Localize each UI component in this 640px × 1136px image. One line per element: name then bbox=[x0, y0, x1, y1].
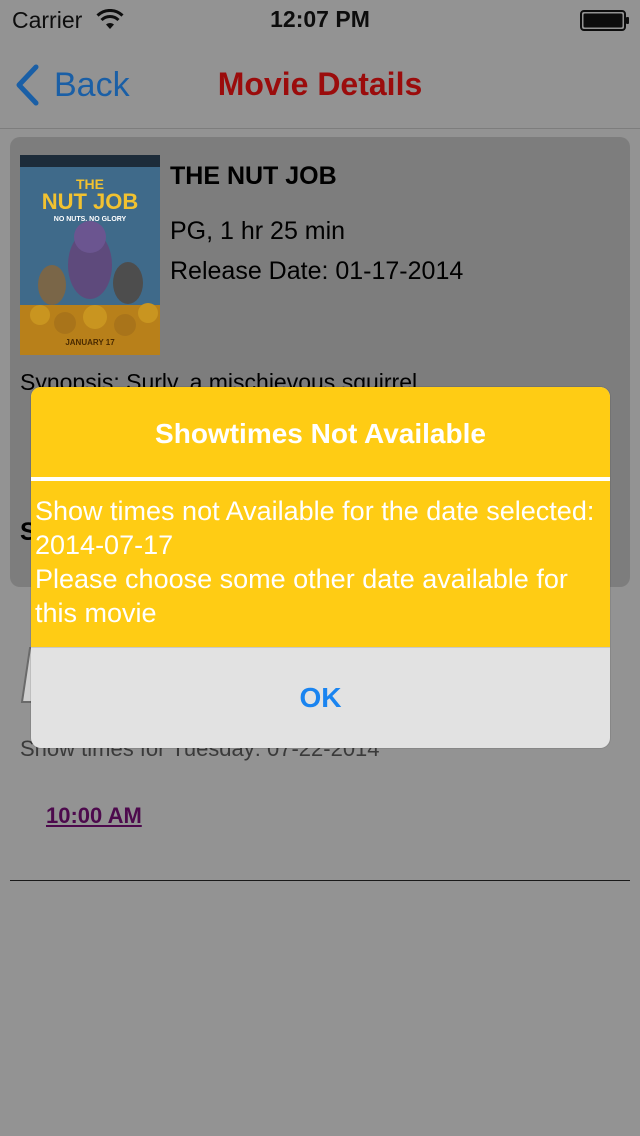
poster-title-line2: NUT JOB bbox=[42, 189, 139, 214]
showtimes-alert: Showtimes Not Available Show times not A… bbox=[31, 387, 610, 748]
alert-body: Show times not Available for the date se… bbox=[31, 481, 610, 647]
movie-poster: THE NUT JOB NO NUTS. NO GLORY JANUARY 17 bbox=[20, 155, 160, 355]
alert-message-line2: Please choose some other date available … bbox=[35, 564, 568, 628]
poster-tagline: NO NUTS. NO GLORY bbox=[54, 216, 127, 223]
divider bbox=[10, 880, 630, 881]
alert-message-line1: Show times not Available for the date se… bbox=[35, 496, 595, 560]
navigation-bar: Back Movie Details bbox=[0, 40, 640, 129]
status-bar: Carrier 12:07 PM bbox=[0, 0, 640, 40]
movie-rating-runtime: PG, 1 hr 25 min bbox=[170, 217, 346, 245]
alert-title: Showtimes Not Available bbox=[155, 418, 486, 449]
movie-title: THE NUT JOB bbox=[170, 162, 337, 190]
page-title: Movie Details bbox=[217, 66, 423, 102]
alert-message: Show times not Available for the date se… bbox=[35, 494, 605, 630]
release-date: Release Date: 01-17-2014 bbox=[170, 257, 464, 285]
ok-button[interactable]: OK bbox=[31, 648, 610, 748]
alert-header: Showtimes Not Available bbox=[31, 387, 610, 477]
poster-date: JANUARY 17 bbox=[65, 338, 115, 347]
status-time: 12:07 PM bbox=[270, 6, 370, 32]
battery-icon bbox=[580, 10, 629, 31]
showtime-link[interactable]: 10:00 AM bbox=[46, 803, 142, 829]
ok-label: OK bbox=[299, 682, 342, 713]
